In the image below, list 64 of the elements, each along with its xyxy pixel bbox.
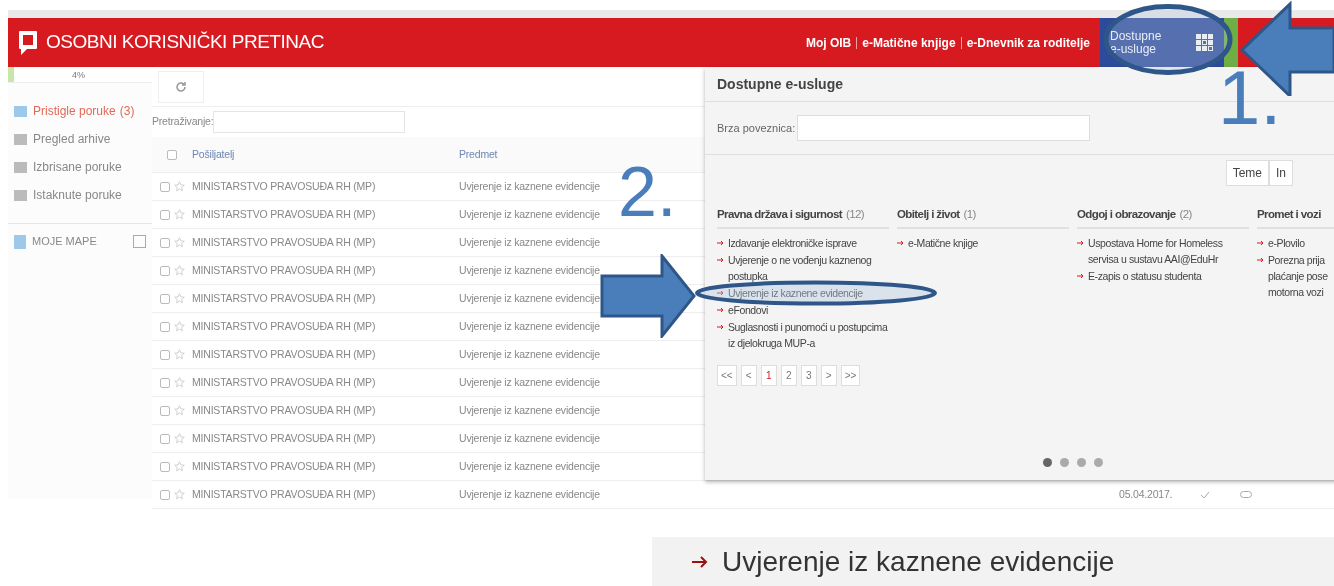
- column-header[interactable]: Predmet: [459, 146, 498, 163]
- service-link[interactable]: e-Matične knjige: [908, 235, 979, 252]
- subject-cell: Uvjerenje iz kaznene evidencije: [459, 347, 600, 360]
- subject-cell: Uvjerenje iz kaznene evidencije: [459, 487, 600, 500]
- sender-cell-text: MINISTARSTVO PRAVOSUĐA RH (MP): [192, 318, 377, 334]
- search-label: Pretraživanje:: [152, 114, 214, 130]
- folder-item[interactable]: Izbrisane poruke: [8, 153, 152, 181]
- step-number: 2.: [618, 155, 677, 229]
- column-header[interactable]: Pošiljatelj: [192, 146, 459, 163]
- sender-cell-text: MINISTARSTVO PRAVOSUĐA RH (MP): [192, 262, 377, 278]
- page-button[interactable]: <: [740, 365, 757, 387]
- page-button[interactable]: >>: [840, 365, 861, 387]
- sender-cell-text: MINISTARSTVO PRAVOSUĐA RH (MP): [192, 402, 377, 418]
- service-link[interactable]: e-Plovilo: [1268, 235, 1305, 252]
- folders-label: MOJE MAPE: [32, 234, 98, 250]
- sender-cell-text: MINISTARSTVO PRAVOSUĐA RH (MP): [192, 206, 377, 222]
- header-link[interactable]: Moj OIB: [805, 33, 852, 52]
- app-title: OSOBNI KORISNIČKI PRETINAC: [46, 30, 324, 55]
- page-button[interactable]: >: [820, 365, 837, 387]
- subject-cell: Uvjerenje iz kaznene evidencije: [459, 403, 600, 416]
- folder-item[interactable]: Pristigle poruke (3): [8, 97, 152, 125]
- quick-link-label: Brza poveznica:: [717, 120, 796, 136]
- subject-cell: Uvjerenje iz kaznene evidencije: [459, 263, 600, 276]
- services-button[interactable]: Dostupne e-usluge: [1100, 18, 1224, 67]
- subject-cell: Uvjerenje iz kaznene evidencije: [459, 319, 600, 332]
- service-link[interactable]: Izdavanje elektroničke isprave: [728, 235, 857, 252]
- sender-cell-text: MINISTARSTVO PRAVOSUĐA RH (MP): [192, 430, 377, 446]
- category-heading: Pravna država i sigurnost (12): [717, 206, 889, 230]
- service-link[interactable]: eFondovi: [728, 302, 768, 319]
- sender-cell-text: MINISTARSTVO PRAVOSUĐA RH (MP): [192, 374, 377, 390]
- category-heading: Obitelj i život (1): [897, 206, 1069, 230]
- subject-cell: Uvjerenje iz kaznene evidencije: [459, 207, 600, 220]
- folder-item[interactable]: Pregled arhive: [8, 125, 152, 153]
- subject-cell: Uvjerenje iz kaznene evidencije: [459, 179, 600, 192]
- subject-cell: Uvjerenje iz kaznene evidencije: [459, 375, 600, 388]
- sender-cell-text: MINISTARSTVO PRAVOSUĐA RH (MP): [192, 458, 377, 474]
- header-link[interactable]: e-Dnevnik za roditelje: [966, 33, 1090, 52]
- view-tab[interactable]: In: [1269, 160, 1293, 186]
- panel-title: Dostupne e-usluge: [717, 74, 843, 94]
- page-button[interactable]: 2: [780, 365, 797, 387]
- sender-cell-text: MINISTARSTVO PRAVOSUĐA RH (MP): [192, 346, 377, 362]
- date-cell-text: 05.04.2017.: [1119, 486, 1173, 502]
- sender-cell-text: MINISTARSTVO PRAVOSUĐA RH (MP): [192, 178, 377, 194]
- sender-cell-text: MINISTARSTVO PRAVOSUĐA RH (MP): [192, 234, 377, 250]
- service-link[interactable]: Suglasnosti i punomoći u postupcima iz djelokruga MUP-a: [728, 319, 889, 352]
- service-link[interactable]: Porezna prija plaćanje pose motorna vozi: [1268, 252, 1328, 301]
- category-heading: Promet i vozi: [1257, 206, 1334, 230]
- view-tab[interactable]: Teme: [1225, 160, 1269, 186]
- sender-cell-text: MINISTARSTVO PRAVOSUĐA RH (MP): [192, 290, 377, 306]
- service-link[interactable]: E-zapis o statusu studenta: [1088, 268, 1202, 285]
- folder-item[interactable]: Istaknute poruke: [8, 181, 152, 209]
- sender-cell-text: MINISTARSTVO PRAVOSUĐA RH (MP): [192, 486, 377, 502]
- subject-cell: Uvjerenje iz kaznene evidencije: [459, 459, 600, 472]
- header-link[interactable]: e-Matične knjige: [862, 33, 956, 52]
- quota-label: 4%: [72, 69, 85, 82]
- subject-cell: Uvjerenje iz kaznene evidencije: [459, 235, 600, 248]
- category-heading: Odgoj i obrazovanje (2): [1077, 206, 1249, 230]
- service-link[interactable]: Uvjerenje o ne vođenju kaznenog postupka: [728, 252, 889, 285]
- subject-cell: Uvjerenje iz kaznene evidencije: [459, 291, 600, 304]
- page-button[interactable]: 1: [760, 365, 777, 387]
- service-link[interactable]: Uspostava Home for Homeless servisa u sustavu AAI@EduHr: [1088, 235, 1249, 268]
- page-button[interactable]: <<: [717, 365, 737, 387]
- page-button[interactable]: 3: [800, 365, 817, 387]
- subject-cell: Uvjerenje iz kaznene evidencije: [459, 431, 600, 444]
